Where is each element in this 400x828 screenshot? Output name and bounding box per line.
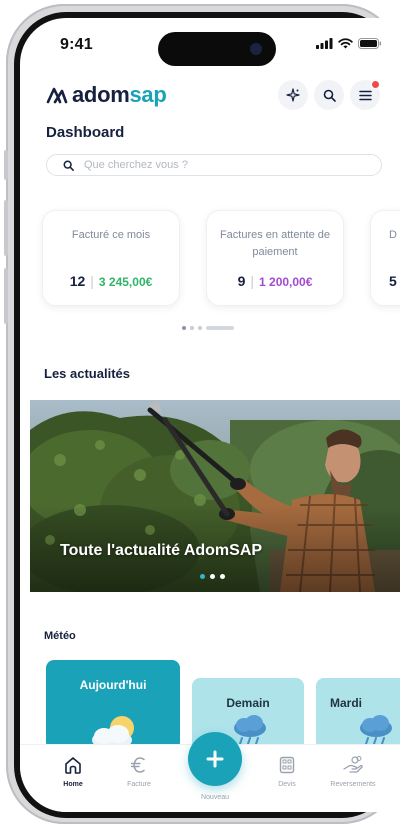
nav-item-reversements[interactable]: Reversements xyxy=(320,755,386,788)
news-dot-active xyxy=(200,574,205,579)
pager-dot xyxy=(198,326,202,330)
search-button[interactable] xyxy=(314,80,344,110)
weather-section-title: Météo xyxy=(44,630,76,642)
pager-dot-active xyxy=(182,326,186,330)
nav-label-nouveau: Nouveau xyxy=(200,794,230,801)
front-camera xyxy=(250,43,262,55)
stats-carousel-pager xyxy=(182,326,234,330)
news-section-title: Les actualités xyxy=(44,366,130,381)
wifi-icon xyxy=(338,38,353,49)
news-dot xyxy=(220,574,225,579)
hamburger-menu-icon xyxy=(358,90,372,100)
stat-amount: 3 245,00€ xyxy=(98,275,153,289)
pager-dot xyxy=(190,326,194,330)
nav-item-devis[interactable]: Devis xyxy=(254,755,320,788)
weather-card-today[interactable]: Aujourd'hui xyxy=(46,660,180,750)
stat-separator: | xyxy=(90,273,94,289)
stat-label: D xyxy=(389,229,397,241)
sparkle-icon xyxy=(286,88,300,102)
phone-side-button xyxy=(4,150,8,180)
plus-icon xyxy=(206,750,224,768)
adomsap-logo-icon xyxy=(46,87,68,104)
phone-volume-button xyxy=(4,268,8,324)
weather-day-label: Aujourd'hui xyxy=(79,678,147,692)
logo-text-accent: sap xyxy=(129,82,167,107)
status-bar: 9:41 xyxy=(20,18,400,66)
search-icon xyxy=(323,89,336,102)
news-banner[interactable]: Toute l'actualité AdomSAP xyxy=(30,400,400,592)
nav-label: Reversements xyxy=(330,781,376,788)
logo-text-main: adom xyxy=(72,82,130,107)
battery-icon xyxy=(358,38,382,49)
euro-icon xyxy=(130,757,145,773)
weather-day-label: Mardi xyxy=(330,696,363,710)
weather-day-label: Demain xyxy=(226,696,270,710)
stat-card-billed-month[interactable]: Facturé ce mois 12 | 3 245,00€ xyxy=(42,210,180,306)
menu-button[interactable] xyxy=(350,80,380,110)
weather-card-tuesday[interactable]: Mardi xyxy=(316,678,400,750)
app-logo[interactable]: adomsap xyxy=(46,82,167,108)
stat-amount: 1 200,00€ xyxy=(259,275,313,289)
status-icons xyxy=(316,38,382,49)
nav-label: Home xyxy=(63,781,83,788)
stat-count: 12 xyxy=(69,273,86,289)
ai-sparkle-button[interactable] xyxy=(278,80,308,110)
stat-card-third[interactable]: D 5 xyxy=(370,210,400,306)
nav-item-home[interactable]: Home xyxy=(40,755,106,788)
new-item-fab[interactable] xyxy=(188,732,242,786)
calculator-icon xyxy=(279,756,295,774)
stat-card-pending-invoices[interactable]: Factures en attente de paiement 9 | 1 200,… xyxy=(206,210,344,306)
phone-volume-button xyxy=(4,200,8,256)
stat-count: 9 xyxy=(237,273,246,289)
pager-bar xyxy=(206,326,234,330)
stat-value: 12 | 3 245,00€ xyxy=(43,273,179,289)
stat-label: Facturé ce mois xyxy=(71,229,151,241)
home-icon xyxy=(65,757,81,774)
notification-badge xyxy=(371,80,380,89)
cellular-signal-icon xyxy=(316,38,333,49)
search-input[interactable] xyxy=(84,159,344,171)
stat-separator: | xyxy=(250,273,255,289)
app-screen: 9:41 adomsap Dashboard Que cherchez vous… xyxy=(20,18,400,812)
rain-cloud-icon xyxy=(360,715,392,745)
nav-label: Facture xyxy=(127,781,151,788)
stat-value: 5 xyxy=(389,273,397,289)
stat-value: 9 | 1 200,00€ xyxy=(207,273,343,289)
status-time: 9:41 xyxy=(60,36,93,53)
search-bar[interactable] xyxy=(46,154,382,176)
news-dot xyxy=(210,574,215,579)
page-title: Dashboard xyxy=(46,124,125,141)
stat-label: Factures en attente de paiement xyxy=(219,229,331,258)
nav-item-facture[interactable]: Facture xyxy=(106,755,172,788)
news-caption: Toute l'actualité AdomSAP xyxy=(60,542,263,559)
gardener-pruning-photo xyxy=(30,400,400,592)
search-icon xyxy=(63,160,74,171)
logo-wordmark: adomsap xyxy=(72,82,167,108)
dynamic-island xyxy=(158,32,276,66)
stat-count: 5 xyxy=(389,273,397,289)
nav-label: Devis xyxy=(278,781,296,788)
news-carousel-dots xyxy=(200,574,225,579)
hand-money-icon xyxy=(343,756,363,773)
